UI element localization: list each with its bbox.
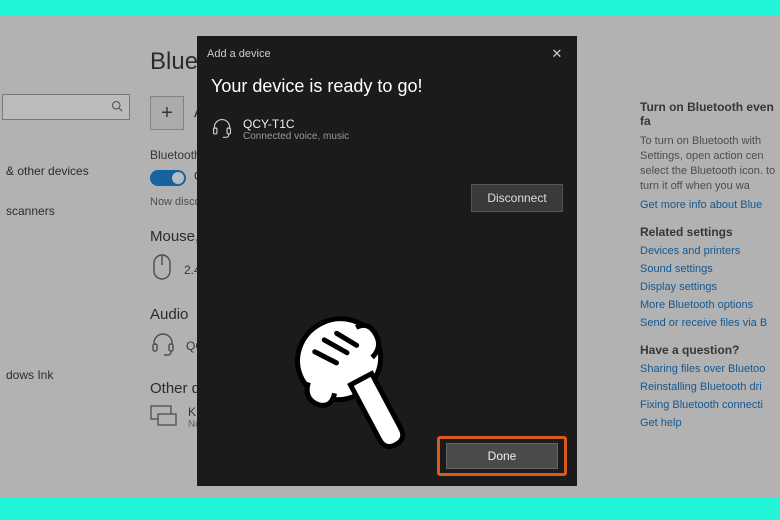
sidebar-item-windows-ink[interactable]: dows Ink: [6, 368, 53, 382]
paired-device[interactable]: QCY-T1C Connected voice, music: [197, 107, 577, 152]
info-heading2: Related settings: [640, 225, 780, 239]
device-status: Connected voice, music: [243, 131, 349, 142]
bluetooth-toggle[interactable]: [150, 170, 186, 186]
disconnect-button[interactable]: Disconnect: [471, 184, 563, 212]
close-icon: ✕: [552, 46, 563, 62]
link-more-info[interactable]: Get more info about Blue: [640, 199, 780, 211]
info-heading3: Have a question?: [640, 343, 780, 357]
headset-icon: [211, 117, 233, 139]
search-icon: [111, 100, 123, 115]
info-body1: To turn on Bluetooth with Settings, open…: [640, 134, 780, 193]
sidebar: & other devices scanners dows Ink: [0, 16, 140, 498]
close-button[interactable]: ✕: [547, 44, 567, 64]
mouse-icon: [150, 253, 174, 286]
headset-icon: [150, 331, 176, 360]
link-send-receive[interactable]: Send or receive files via B: [640, 317, 780, 329]
link-reinstall-driver[interactable]: Reinstalling Bluetooth dri: [640, 381, 780, 393]
dialog-header-title: Add a device: [207, 48, 271, 60]
plus-icon: +: [150, 96, 184, 130]
link-display-settings[interactable]: Display settings: [640, 281, 780, 293]
done-highlight: Done: [437, 436, 567, 476]
sidebar-item-scanners[interactable]: scanners: [6, 204, 55, 218]
sidebar-item-devices[interactable]: & other devices: [6, 164, 89, 178]
search-input[interactable]: [2, 94, 130, 120]
link-fix-connection[interactable]: Fixing Bluetooth connecti: [640, 399, 780, 411]
link-more-bluetooth[interactable]: More Bluetooth options: [640, 299, 780, 311]
dialog-header: Add a device ✕: [197, 36, 577, 72]
dialog-title: Your device is ready to go!: [197, 72, 577, 107]
outer-frame: & other devices scanners dows Ink Blueto…: [0, 0, 780, 520]
info-panel: Turn on Bluetooth even fa To turn on Blu…: [640, 86, 780, 435]
link-devices-printers[interactable]: Devices and printers: [640, 245, 780, 257]
link-sharing-files[interactable]: Sharing files over Bluetoo: [640, 363, 780, 375]
monitor-icon: [150, 405, 178, 430]
link-sound-settings[interactable]: Sound settings: [640, 263, 780, 275]
info-heading1: Turn on Bluetooth even fa: [640, 100, 780, 128]
link-get-help[interactable]: Get help: [640, 417, 780, 429]
done-button[interactable]: Done: [446, 443, 558, 469]
add-device-dialog: Add a device ✕ Your device is ready to g…: [197, 36, 577, 486]
settings-window: & other devices scanners dows Ink Blueto…: [0, 16, 780, 498]
device-name: QCY-T1C: [243, 117, 349, 131]
